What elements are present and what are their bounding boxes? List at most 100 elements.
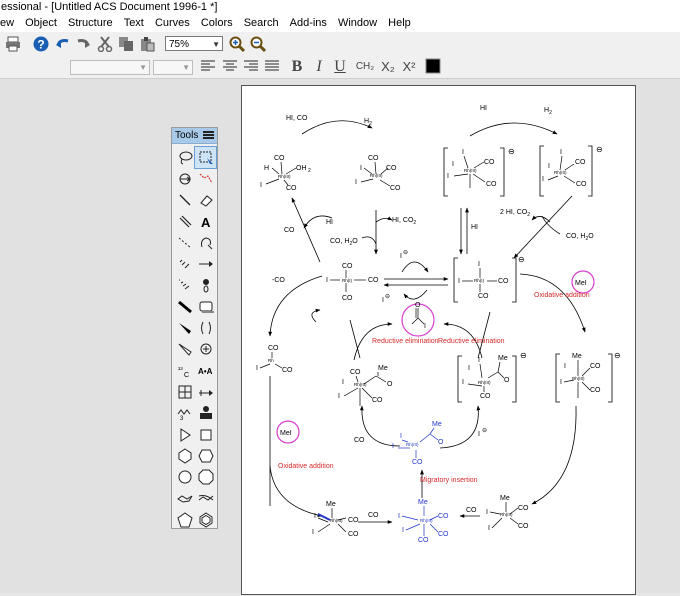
align-right-icon[interactable] [242,58,260,76]
wedge-hash-icon[interactable] [174,275,195,296]
complex-rh3-iodide: CO CO Rh(III) I I CO [355,155,401,192]
undo-icon[interactable] [54,35,72,53]
bold-button[interactable]: B [288,58,306,76]
formula-button[interactable]: CH₂ [354,58,376,76]
eraser-icon[interactable] [195,190,216,211]
complex-bottom-right: Me I Rh(III) CO I CO [486,495,529,532]
multiple-bond-icon[interactable] [174,211,195,232]
paste-icon[interactable] [138,35,156,53]
menu-object[interactable]: Object [25,15,57,32]
menu-bar: ew Object Structure Text Curves Colors S… [0,15,680,32]
rectangle-icon[interactable] [195,296,216,317]
color-swatch[interactable] [425,58,441,76]
superscript-button[interactable]: X² [399,58,419,76]
svg-text:I: I [392,443,394,450]
svg-text:I: I [452,161,454,168]
svg-text:I: I [548,163,550,170]
reagent-label: HI [471,224,478,231]
ring-fragment-icon[interactable]: 3 [174,403,195,424]
bracket-icon[interactable] [195,317,216,338]
marquee-icon[interactable] [194,145,217,170]
align-center-icon[interactable] [221,58,239,76]
chair-icon[interactable] [174,488,195,509]
hexagon-icon[interactable] [174,445,195,466]
arrow-icon[interactable] [195,253,216,274]
svg-text:Me: Me [432,421,442,428]
atom-map-icon[interactable]: A•A [195,360,216,381]
svg-text:CO: CO [342,263,353,270]
text-icon[interactable]: A [195,211,216,232]
svg-text:I: I [256,365,258,372]
svg-text:Rh(III): Rh(III) [554,170,567,175]
bond-icon[interactable] [174,190,195,211]
svg-text:CO: CO [498,278,509,285]
bold-bond-icon[interactable] [174,296,195,317]
lasso-icon[interactable] [174,147,195,168]
redo-icon[interactable] [74,35,92,53]
italic-button[interactable]: I [310,58,328,76]
structure-perspective-icon[interactable] [174,168,195,189]
subscript-button[interactable]: X₂ [378,58,398,76]
reagent-label: CO, H2O [566,233,594,242]
svg-text:CO: CO [486,181,497,188]
zoom-in-icon[interactable] [228,35,246,53]
chair-alt-icon[interactable] [195,488,216,509]
document-page[interactable]: HI, CO H2 HI H2 H CO OH 2 Rh(III) I CO C… [241,85,636,595]
svg-text:CO: CO [348,531,359,538]
hollow-wedge-icon[interactable] [174,339,195,360]
benzene-icon[interactable] [195,509,216,530]
menu-window[interactable]: Window [338,15,377,32]
justify-icon[interactable] [263,58,281,76]
product-label: H2 [544,107,552,116]
cut-icon[interactable] [96,35,114,53]
octagon-icon[interactable] [195,466,216,487]
tools-grid: A ¹³ C A•A 3 [172,144,217,530]
copy-icon[interactable] [117,35,135,53]
circle-icon[interactable] [174,466,195,487]
menu-colors[interactable]: Colors [201,15,233,32]
help-icon[interactable]: ? [32,35,50,53]
menu-help[interactable]: Help [388,15,411,32]
reagent-label: CO [466,507,477,514]
svg-text:CO: CO [518,505,529,512]
mass-fragment-icon[interactable]: ¹³ C [174,360,195,381]
pentagon-icon[interactable] [174,509,195,530]
tools-palette-header[interactable]: Tools [172,128,217,144]
chevron-down-icon: ▼ [182,63,190,72]
charge-icon[interactable] [195,339,216,360]
triangle-icon[interactable] [174,424,195,445]
step-label: Migratory insertion [420,477,478,484]
zoom-select[interactable]: 75% ▼ [165,36,223,51]
product-label: CO [284,227,295,234]
table-icon[interactable] [174,381,195,402]
svg-text:Rh(III): Rh(III) [354,382,367,387]
align-left-icon[interactable] [199,58,217,76]
wedge-icon[interactable] [174,317,195,338]
chain-icon[interactable] [195,168,216,189]
dashed-bond-icon[interactable] [174,232,195,253]
underline-button[interactable]: U [331,58,349,76]
zoom-out-icon[interactable] [249,35,267,53]
svg-text:CO: CO [484,159,495,166]
hexagon-ring-icon[interactable] [195,445,216,466]
menu-view[interactable]: ew [0,15,14,32]
square-icon[interactable] [195,424,216,445]
font-select[interactable]: ▼ [70,60,150,75]
print-icon[interactable] [4,35,22,53]
svg-text:I: I [447,173,449,180]
font-size-select[interactable]: ▼ [153,60,193,75]
step-label: Oxidative addition [278,463,334,470]
orbital-icon[interactable] [195,275,216,296]
tools-palette[interactable]: Tools A ¹³ C A•A 3 [171,127,218,529]
menu-addins[interactable]: Add-ins [290,15,327,32]
reaction-icon[interactable] [195,381,216,402]
template-icon[interactable] [195,403,216,424]
menu-icon[interactable] [203,131,214,139]
menu-structure[interactable]: Structure [68,15,113,32]
svg-text:⊖: ⊖ [520,351,527,360]
menu-curves[interactable]: Curves [155,15,190,32]
pen-icon[interactable] [195,232,216,253]
menu-search[interactable]: Search [244,15,279,32]
menu-text[interactable]: Text [124,15,144,32]
hashed-bond-icon[interactable] [174,253,195,274]
